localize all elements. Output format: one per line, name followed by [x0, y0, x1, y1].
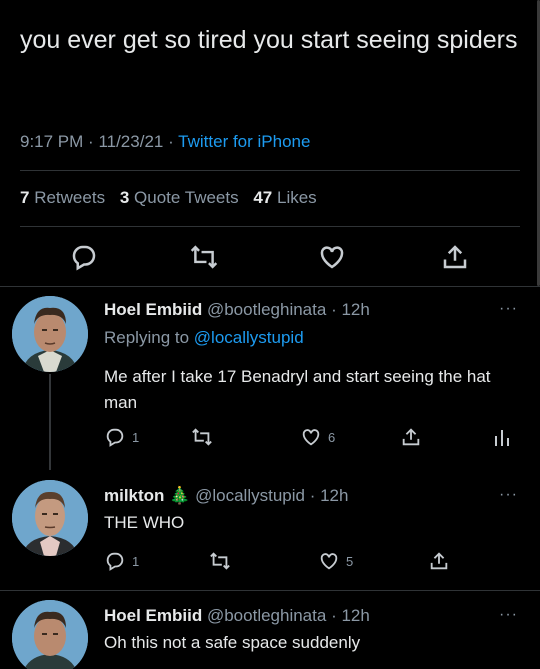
reply-tweet[interactable]: milkton 🎄 @locallystupid · 12h ··· THE W…	[0, 470, 540, 590]
reply-icon	[104, 426, 126, 448]
more-icon[interactable]: ···	[499, 300, 518, 318]
replying-prefix: Replying to	[104, 328, 190, 347]
share-icon	[400, 426, 422, 448]
retweets-count: 7	[20, 188, 30, 207]
divider	[20, 170, 520, 171]
like-count: 6	[328, 429, 336, 445]
reply-actions: 1 6	[104, 426, 524, 450]
display-name[interactable]: Hoel Embiid	[104, 606, 202, 625]
share-icon	[428, 550, 450, 572]
tweet-meta: 9:17 PM · 11/23/21 · Twitter for iPhone	[20, 132, 310, 152]
reply-tweet[interactable]: Hoel Embiid @bootleghinata · 12h ··· Rep…	[0, 286, 540, 470]
meta-separator: ·	[88, 132, 99, 151]
likes-stat[interactable]: 47 Likes	[253, 188, 316, 207]
quote-count: 3	[119, 188, 130, 207]
retweet-icon	[190, 426, 214, 448]
retweet-button[interactable]	[208, 550, 232, 572]
retweets-stat[interactable]: 7 Retweets	[20, 188, 105, 207]
handle[interactable]: @bootleghinata	[207, 300, 326, 319]
meta-separator: ·	[168, 132, 179, 151]
analytics-button[interactable]	[492, 426, 512, 448]
reply-text: Me after I take 17 Benadryl and start se…	[104, 367, 491, 412]
display-name[interactable]: Hoel Embiid	[104, 300, 202, 319]
share-button[interactable]	[428, 550, 450, 572]
reply-header: Hoel Embiid @bootleghinata · 12h	[104, 300, 370, 320]
avatar[interactable]	[12, 600, 88, 669]
name-emoji: 🎄	[169, 486, 191, 505]
handle[interactable]: @bootleghinata	[207, 606, 326, 625]
share-icon[interactable]	[440, 242, 470, 272]
divider	[20, 226, 520, 227]
likes-label: Likes	[277, 188, 317, 207]
display-name[interactable]: milkton	[104, 486, 164, 505]
reply-header: milkton 🎄 @locallystupid · 12h	[104, 486, 348, 506]
thread-line	[49, 374, 51, 470]
reply-time[interactable]: 12h	[320, 486, 348, 505]
tweet-date: 11/23/21	[98, 132, 164, 151]
separator: ·	[331, 606, 342, 625]
share-button[interactable]	[400, 426, 422, 448]
more-icon[interactable]: ···	[499, 486, 518, 504]
quote-label: Quote Tweets	[134, 188, 239, 207]
like-button[interactable]: 6	[300, 426, 335, 448]
retweet-button[interactable]	[190, 426, 214, 448]
tweet-text: you ever get so tired you start seeing s…	[20, 26, 518, 54]
like-count: 5	[346, 553, 354, 569]
reply-button[interactable]: 1	[104, 550, 139, 572]
likes-count: 47	[253, 188, 273, 207]
tweet-time: 9:17 PM	[20, 132, 84, 151]
reply-text: Oh this not a safe space suddenly	[104, 633, 361, 652]
like-icon	[300, 426, 322, 448]
reply-icon[interactable]	[69, 242, 99, 272]
retweet-icon	[208, 550, 232, 572]
like-icon	[318, 550, 340, 572]
like-icon[interactable]	[317, 242, 347, 272]
analytics-icon	[492, 426, 512, 448]
replying-to: Replying to @locallystupid	[104, 328, 304, 348]
quote-tweets-stat[interactable]: 3 Quote Tweets	[120, 188, 239, 207]
reply-time[interactable]: 12h	[341, 606, 369, 625]
avatar[interactable]	[12, 296, 88, 372]
avatar[interactable]	[12, 480, 88, 556]
reply-count: 1	[132, 553, 140, 569]
like-button[interactable]: 5	[318, 550, 353, 572]
reply-actions: 1 5	[104, 550, 524, 574]
replying-mention[interactable]: @locallystupid	[194, 328, 304, 347]
tweet-stats: 7 Retweets 3 Quote Tweets 47 Likes	[20, 188, 327, 208]
more-icon[interactable]: ···	[499, 606, 518, 624]
tweet-source[interactable]: Twitter for iPhone	[178, 132, 310, 151]
reply-icon	[104, 550, 126, 572]
retweets-label: Retweets	[34, 188, 106, 207]
reply-time[interactable]: 12h	[341, 300, 369, 319]
reply-header: Hoel Embiid @bootleghinata · 12h	[104, 606, 370, 626]
separator: ·	[309, 486, 321, 505]
tweet-actions	[0, 242, 540, 276]
retweet-icon[interactable]	[188, 242, 220, 272]
reply-count: 1	[132, 429, 140, 445]
reply-text: THE WHO	[104, 513, 185, 532]
reply-tweet[interactable]: Hoel Embiid @bootleghinata · 12h ··· Oh …	[0, 590, 540, 669]
handle[interactable]: @locallystupid	[195, 486, 305, 505]
separator: ·	[331, 300, 342, 319]
reply-button[interactable]: 1	[104, 426, 139, 448]
